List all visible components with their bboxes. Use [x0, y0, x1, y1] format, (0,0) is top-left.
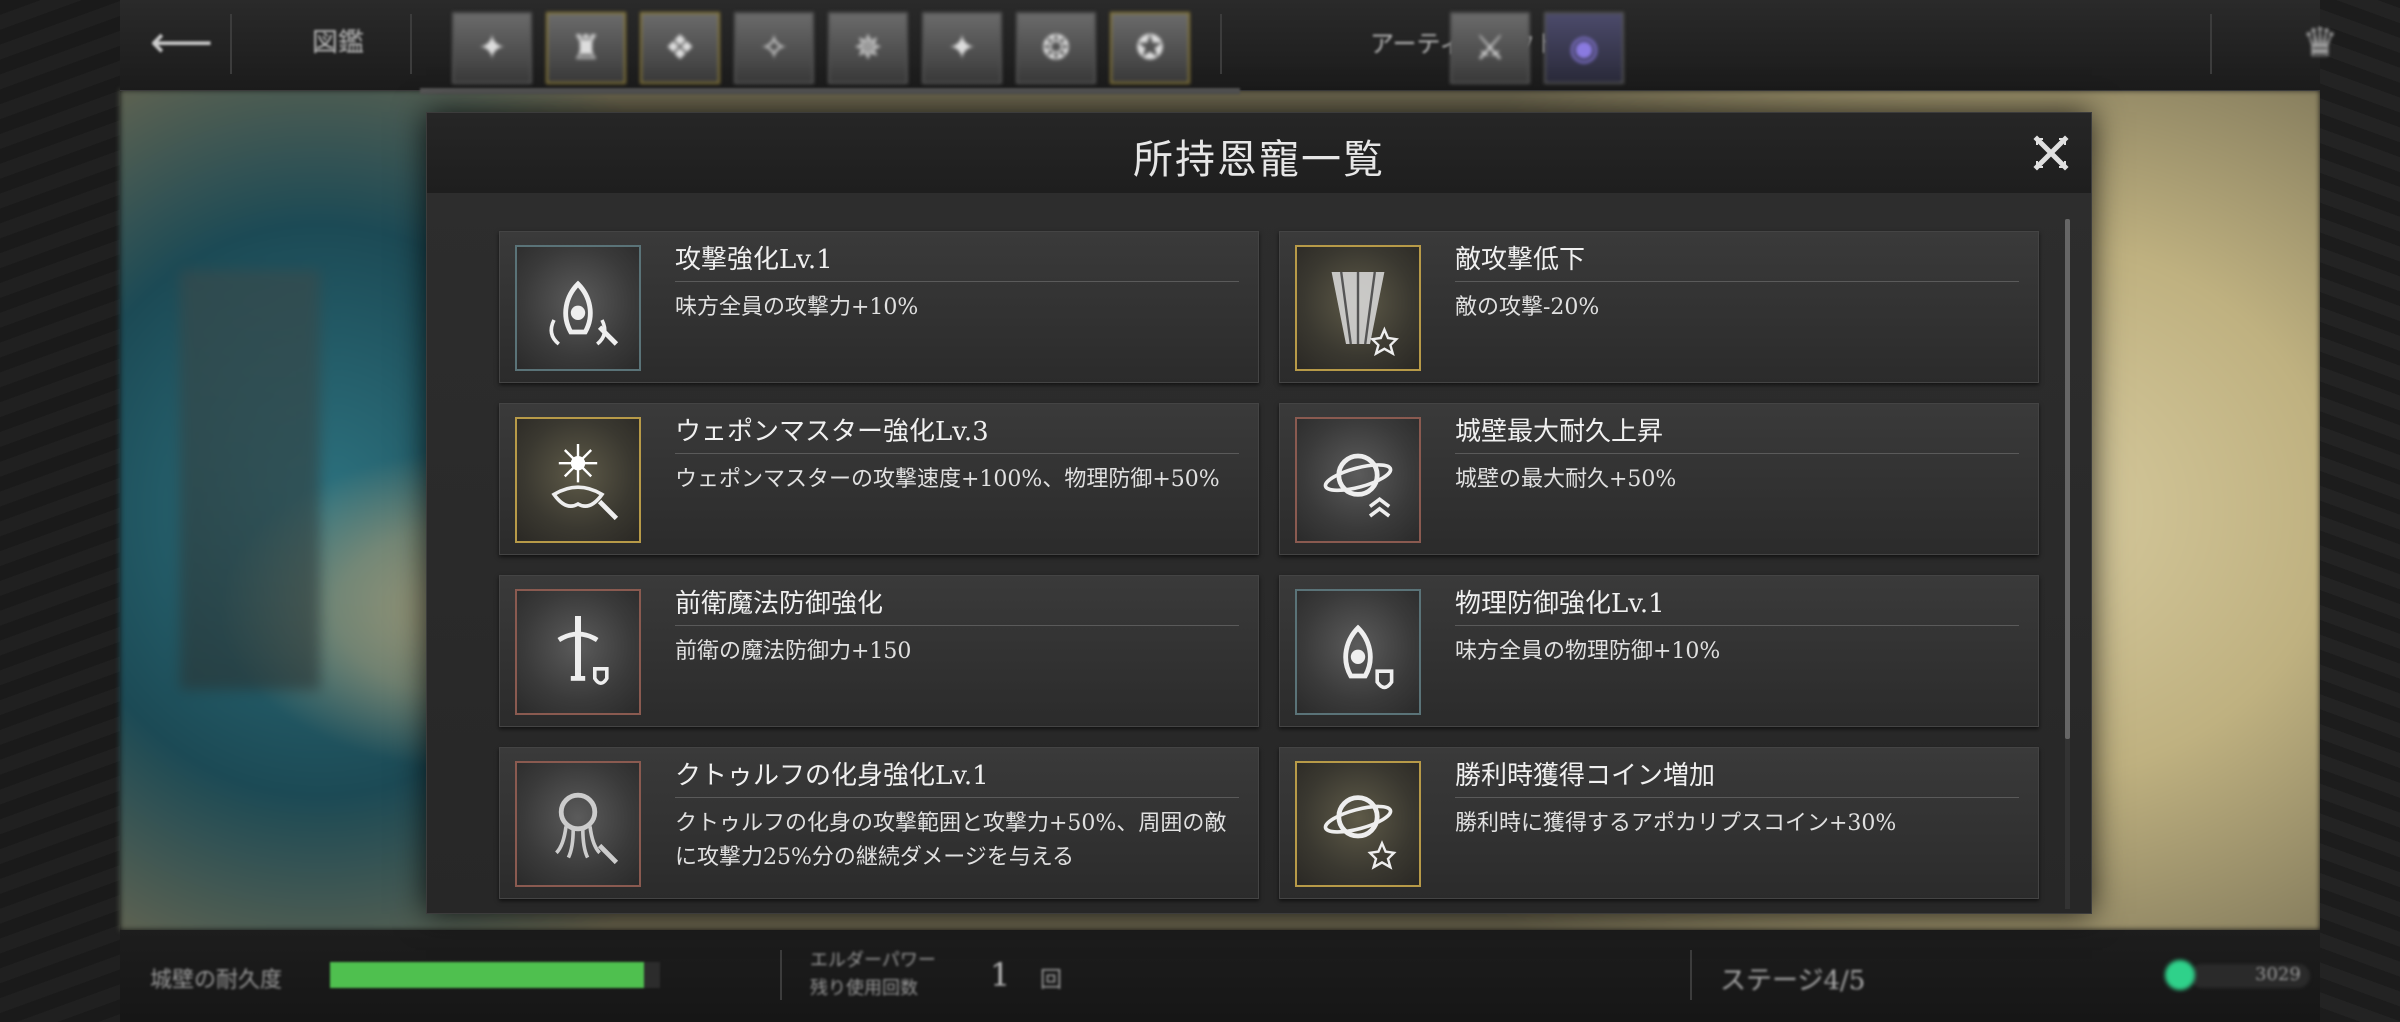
planet-wave-icon [1323, 453, 1393, 518]
bottom-bar: 城壁の耐久度 エルダーパワー 残り使用回数 1 回 ステージ4/5 3029 [120, 930, 2320, 1022]
radiant-sword-emblem-icon [551, 444, 619, 521]
blessing-slot-2[interactable]: ♜ [546, 12, 626, 84]
blessing-name: 勝利時獲得コイン増加 [1455, 761, 1716, 791]
blessing-name: クトゥルフの化身強化Lv.1 [675, 761, 989, 791]
blessing-name: 城壁最大耐久上昇 [1455, 417, 1664, 447]
divider [410, 14, 412, 74]
wall-durability-label: 城壁の耐久度 [150, 968, 283, 993]
blessing-name: 攻撃強化Lv.1 [675, 245, 833, 275]
divider [675, 625, 1239, 626]
slot-scroll-indicator [420, 88, 1240, 94]
blessing-description: 前衛の魔法防御力+150 [675, 639, 912, 664]
blessing-grid: 攻撃強化Lv.1 味方全員の攻撃力+10% 敵攻撃低下 敵の攻撃-20% ウェポンマスタ… [499, 231, 2039, 899]
blessing-card[interactable]: 攻撃強化Lv.1 味方全員の攻撃力+10% [499, 231, 1259, 383]
blessing-card[interactable]: 勝利時獲得コイン増加勝利時に獲得するアポカリプスコイン+30% [1279, 747, 2039, 899]
divider [1220, 14, 1222, 74]
blessing-description: クトゥルフの化身の攻撃範囲と攻撃力+50%、周囲の敵に攻撃力25%分の継続ダメー… [675, 811, 1227, 870]
blessing-slot-3[interactable]: ❖ [640, 12, 720, 84]
blessing-slot-4[interactable]: ✧ [734, 12, 814, 84]
cthulhu-sword-icon [555, 792, 619, 865]
coin-icon [2165, 960, 2195, 990]
stage-indicator: ステージ4/5 [1720, 966, 1866, 996]
blessing-icon-frame [1295, 417, 1421, 543]
blessing-name: ウェポンマスター強化Lv.3 [675, 417, 989, 447]
blessing-card[interactable]: 前衛魔法防御強化前衛の魔法防御力+150 [499, 575, 1259, 727]
blessing-slot-8[interactable]: ✪ [1110, 12, 1190, 84]
page-title: 図鑑 [312, 28, 365, 58]
back-button[interactable]: ⟵ [150, 17, 214, 68]
blessing-card[interactable]: 城壁最大耐久上昇城壁の最大耐久+50% [1279, 403, 2039, 555]
blessings-modal: 所持恩寵一覧 攻撃強化Lv.1 味方全員の攻撃力+10% 敵攻撃低下敵の攻撃-20%… [426, 112, 2092, 914]
blessing-card[interactable]: 物理防御強化Lv.1 味方全員の物理防御+10% [1279, 575, 2039, 727]
scrollbar-thumb[interactable] [2065, 219, 2070, 739]
artifact-slot-sword[interactable]: ⚔ [1450, 12, 1530, 84]
blessing-name: 物理防御強化Lv.1 [1455, 589, 1665, 619]
top-bar: ⟵ 図鑑 ✦ ♜ ❖ ✧ ✵ ✦ ❂ ✪ アーティファクト ⚔ ◉ ♛ [120, 0, 2338, 94]
coin-count: 3029 [2255, 964, 2301, 985]
blessing-card[interactable]: 敵攻撃低下敵の攻撃-20% [1279, 231, 2039, 383]
artifact-slot-orb[interactable]: ◉ [1544, 12, 1624, 84]
crown-icon[interactable]: ♛ [2290, 20, 2350, 70]
blessing-description: 味方全員の物理防御+10% [1455, 639, 1721, 664]
blessing-name: 敵攻撃低下 [1455, 245, 1586, 275]
blessing-card[interactable]: ウェポンマスター強化Lv.3 ウェポンマスターの攻撃速度+100%、物理防御+50… [499, 403, 1259, 555]
blessing-card[interactable]: クトゥルフの化身強化Lv.1 クトゥルフの化身の攻撃範囲と攻撃力+50%、周囲の敵… [499, 747, 1259, 899]
blessing-name: 前衛魔法防御強化 [675, 589, 884, 619]
blessing-description: 城壁の最大耐久+50% [1455, 467, 1677, 492]
blessing-description: 勝利時に獲得するアポカリプスコイン+30% [1455, 811, 1897, 836]
blessing-icon-frame [1295, 245, 1421, 371]
sword-shield-emblem-icon [557, 616, 609, 685]
remaining-uses-label: 残り使用回数 [810, 978, 918, 999]
wall-durability-fill [330, 962, 644, 988]
divider [675, 453, 1239, 454]
divider [2210, 14, 2212, 74]
divider [1455, 453, 2019, 454]
right-decor-strip [2320, 0, 2400, 1022]
divider [1455, 625, 2019, 626]
planet-star-icon [1323, 795, 1397, 870]
divider [1690, 950, 1692, 1000]
blessing-icon-frame [1295, 761, 1421, 887]
elder-power-label: エルダーパワー [810, 950, 936, 971]
modal-title: 所持恩寵一覧 [1133, 137, 1385, 183]
divider [230, 14, 232, 74]
blessing-slot-1[interactable]: ✦ [452, 12, 532, 84]
blessing-icon-frame [515, 761, 641, 887]
purple-orb-artifact-icon: ◉ [1569, 28, 1599, 68]
blessing-icon-frame [515, 245, 641, 371]
blessing-slot-6[interactable]: ✦ [922, 12, 1002, 84]
blessing-description: ウェポンマスターの攻撃速度+100%、物理防御+50% [675, 467, 1220, 492]
blessing-slot-5[interactable]: ✵ [828, 12, 908, 84]
blessing-description: 敵の攻撃-20% [1455, 295, 1600, 320]
close-button[interactable] [2029, 131, 2073, 175]
divider [780, 950, 782, 1000]
blessing-icon-frame [515, 589, 641, 715]
left-decor-strip [0, 0, 120, 1022]
blessing-slot-7[interactable]: ❂ [1016, 12, 1096, 84]
arrow-left-icon: ⟵ [150, 17, 214, 68]
close-icon [2033, 135, 2069, 171]
blessing-description: 味方全員の攻撃力+10% [675, 295, 919, 320]
power-unit: 回 [1040, 968, 1063, 993]
divider [1455, 281, 2019, 282]
divider [675, 797, 1239, 798]
sword-artifact-icon: ⚔ [1474, 28, 1506, 68]
divider [675, 281, 1239, 282]
warrior-sword-emblem-icon [549, 280, 619, 346]
blessing-icon-frame [515, 417, 641, 543]
power-count: 1 [990, 956, 1011, 994]
modal-header: 所持恩寵一覧 [427, 113, 2091, 194]
divider [1455, 797, 2019, 798]
blessing-list[interactable]: 攻撃強化Lv.1 味方全員の攻撃力+10% 敵攻撃低下 敵の攻撃-20% ウェポンマスタ… [427, 193, 2091, 913]
wall-durability-bar [330, 962, 660, 988]
light-beam-star-icon [1331, 271, 1399, 356]
warrior-shield-emblem-icon [1343, 624, 1394, 690]
blessing-icon-frame [1295, 589, 1421, 715]
